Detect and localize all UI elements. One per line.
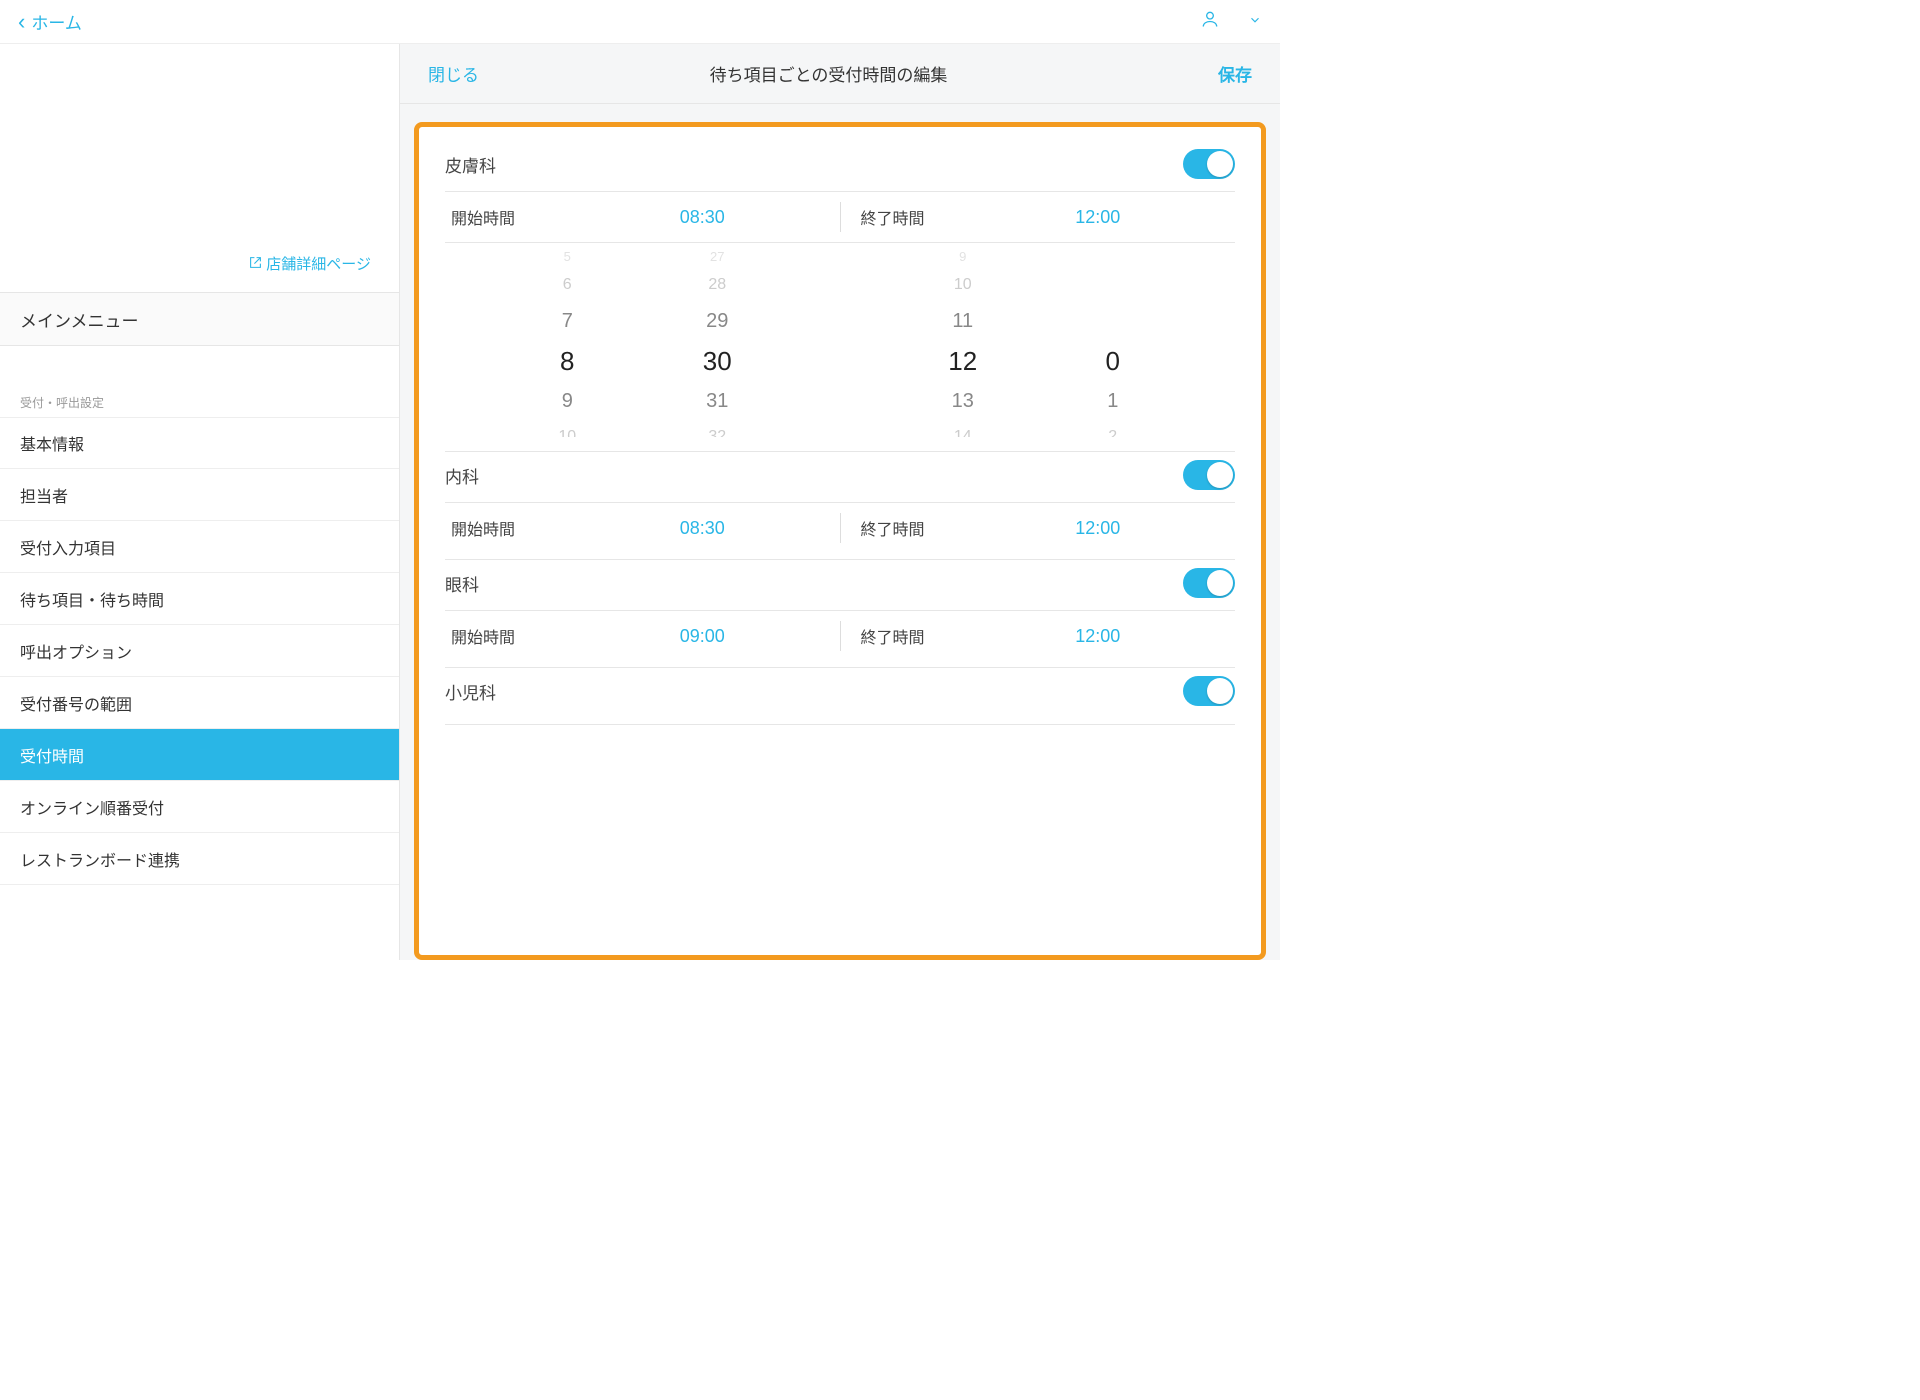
time-wheel[interactable]: 567891011: [527, 247, 607, 437]
start-time-value[interactable]: 09:00: [565, 626, 840, 647]
department-card: 小児科: [425, 668, 1255, 725]
time-wheel[interactable]: 0123: [1073, 247, 1153, 437]
start-time-label: 開始時間: [445, 624, 565, 648]
time-wheel[interactable]: 9101112131415: [923, 247, 1003, 437]
department-card: 眼科開始時間09:00終了時間12:00: [425, 560, 1255, 668]
end-time-value[interactable]: 12:00: [961, 518, 1236, 539]
time-wheel[interactable]: 27282930313233: [677, 247, 757, 437]
sidebar-item[interactable]: 受付時間: [0, 729, 399, 781]
end-time-label: 終了時間: [841, 624, 961, 648]
store-detail-link[interactable]: 店舗詳細ページ: [249, 253, 371, 274]
department-card: 皮膚科開始時間08:30終了時間12:00 567891011 2728293031…: [425, 141, 1255, 452]
start-time-label: 開始時間: [445, 205, 565, 229]
chevron-left-icon: ‹: [18, 11, 25, 33]
sidebar-section-label: 受付・呼出設定: [0, 386, 399, 417]
department-name: 内科: [445, 463, 479, 488]
sidebar-item[interactable]: 受付番号の範囲: [0, 677, 399, 729]
department-name: 小児科: [445, 679, 496, 704]
start-time-value[interactable]: 08:30: [565, 207, 840, 228]
sidebar-item[interactable]: レストランボード連携: [0, 833, 399, 885]
department-card: 内科開始時間08:30終了時間12:00: [425, 452, 1255, 560]
back-label: ホーム: [31, 9, 82, 34]
end-time-value[interactable]: 12:00: [961, 626, 1236, 647]
sidebar-item[interactable]: 待ち項目・待ち時間: [0, 573, 399, 625]
sidebar: 店舗詳細ページ メインメニュー 受付・呼出設定 基本情報担当者受付入力項目待ち項…: [0, 44, 400, 960]
sidebar-item[interactable]: 受付入力項目: [0, 521, 399, 573]
department-name: 眼科: [445, 571, 479, 596]
main-menu-label: メインメニュー: [20, 307, 139, 332]
enable-toggle[interactable]: [1183, 568, 1235, 598]
sidebar-item[interactable]: オンライン順番受付: [0, 781, 399, 833]
user-icon[interactable]: [1200, 9, 1220, 35]
department-name: 皮膚科: [445, 152, 496, 177]
enable-toggle[interactable]: [1183, 676, 1235, 706]
back-button[interactable]: ‹ ホーム: [18, 9, 82, 34]
main-panel: 閉じる 待ち項目ごとの受付時間の編集 保存 皮膚科開始時間08:30終了時間12…: [400, 44, 1280, 960]
sidebar-item[interactable]: 基本情報: [0, 417, 399, 469]
main-menu-button[interactable]: メインメニュー: [0, 292, 399, 346]
sidebar-item[interactable]: 担当者: [0, 469, 399, 521]
start-time-label: 開始時間: [445, 516, 565, 540]
time-picker[interactable]: 567891011 27282930313233 9101112131415 0123: [439, 243, 1241, 445]
end-time-label: 終了時間: [841, 205, 961, 229]
panel-header: 閉じる 待ち項目ごとの受付時間の編集 保存: [400, 44, 1280, 104]
end-time-label: 終了時間: [841, 516, 961, 540]
enable-toggle[interactable]: [1183, 149, 1235, 179]
chevron-down-icon[interactable]: [1248, 13, 1262, 30]
end-time-value[interactable]: 12:00: [961, 207, 1236, 228]
highlighted-editor-area: 皮膚科開始時間08:30終了時間12:005678910112728293031…: [414, 122, 1266, 960]
save-button[interactable]: 保存: [1218, 61, 1252, 86]
external-link-icon: [249, 256, 262, 272]
top-bar: ‹ ホーム: [0, 0, 1280, 44]
enable-toggle[interactable]: [1183, 460, 1235, 490]
sidebar-item[interactable]: 呼出オプション: [0, 625, 399, 677]
store-detail-label: 店舗詳細ページ: [266, 253, 371, 274]
start-time-value[interactable]: 08:30: [565, 518, 840, 539]
panel-title: 待ち項目ごとの受付時間の編集: [439, 61, 1218, 86]
